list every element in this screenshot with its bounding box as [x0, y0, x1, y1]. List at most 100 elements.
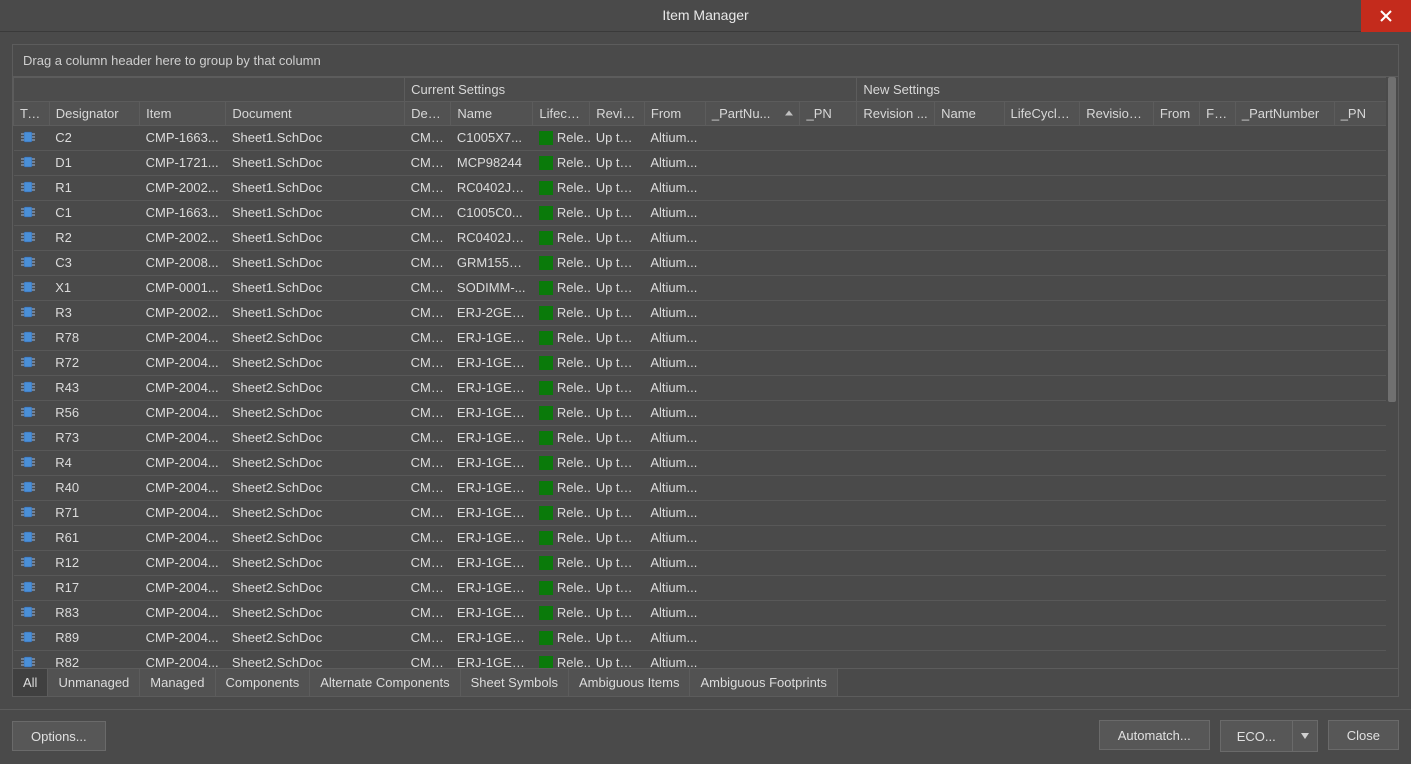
column-header-cs_name[interactable]: Name: [451, 101, 533, 125]
filter-tab-ambiguous-items[interactable]: Ambiguous Items: [569, 669, 690, 696]
column-header-cs_partnum[interactable]: _PartNu...: [705, 101, 800, 125]
cell-cs_from: Altium...: [644, 200, 705, 225]
column-header-ns_lifecycle[interactable]: LifeCycle ...: [1004, 101, 1080, 125]
cell-type: [14, 550, 50, 575]
table-row[interactable]: R82CMP-2004...Sheet2.SchDocCMP...ERJ-1GE…: [14, 650, 1398, 668]
close-icon[interactable]: [1361, 0, 1411, 32]
lifecycle-status-text: Rele...: [557, 455, 590, 470]
cell-ns_fo: [1200, 400, 1236, 425]
table-row[interactable]: R72CMP-2004...Sheet2.SchDocCMP...ERJ-1GE…: [14, 350, 1398, 375]
cell-cs_name: ERJ-1GEJ1...: [451, 575, 533, 600]
cell-cs_designitem: CMP...: [405, 475, 451, 500]
cell-cs_partnum: [705, 300, 800, 325]
filter-tab-alternate-components[interactable]: Alternate Components: [310, 669, 460, 696]
column-header-ns_fo[interactable]: Fo...: [1200, 101, 1236, 125]
cell-ns_revisionid: [857, 200, 935, 225]
vertical-scrollbar[interactable]: [1386, 77, 1398, 668]
cell-ns_revision: [1080, 350, 1154, 375]
group-by-hint[interactable]: Drag a column header here to group by th…: [13, 45, 1398, 77]
table-row[interactable]: C3CMP-2008...Sheet1.SchDocCMP...GRM1555.…: [14, 250, 1398, 275]
band-blank: [14, 77, 405, 101]
cell-ns_from: [1153, 375, 1199, 400]
cell-ns_revisionid: [857, 150, 935, 175]
cell-ns_from: [1153, 650, 1199, 668]
table-row[interactable]: R3CMP-2002...Sheet1.SchDocCMP...ERJ-2GEJ…: [14, 300, 1398, 325]
cell-cs_partnum: [705, 350, 800, 375]
table-row[interactable]: C1CMP-1663...Sheet1.SchDocCMP...C1005C0.…: [14, 200, 1398, 225]
filter-tab-sheet-symbols[interactable]: Sheet Symbols: [461, 669, 569, 696]
cell-cs_name: ERJ-1GEJ1...: [451, 650, 533, 668]
filter-tab-components[interactable]: Components: [216, 669, 311, 696]
component-icon: [20, 305, 36, 319]
column-header-cs_designitem[interactable]: Desi...: [405, 101, 451, 125]
column-header-cs_pn[interactable]: _PN: [800, 101, 857, 125]
column-header-cs_lifecycle[interactable]: Lifecycl...: [533, 101, 590, 125]
table-row[interactable]: R1CMP-2002...Sheet1.SchDocCMP...RC0402JR…: [14, 175, 1398, 200]
cell-cs_lifecycle: Rele...: [533, 300, 590, 325]
options-button[interactable]: Options...: [12, 721, 106, 751]
column-header-designator[interactable]: Designator: [49, 101, 139, 125]
table-row[interactable]: R61CMP-2004...Sheet2.SchDocCMP...ERJ-1GE…: [14, 525, 1398, 550]
column-header-document[interactable]: Document: [226, 101, 405, 125]
cell-document: Sheet2.SchDoc: [226, 550, 405, 575]
cell-cs_from: Altium...: [644, 325, 705, 350]
lifecycle-status-swatch: [539, 606, 553, 620]
table-row[interactable]: R40CMP-2004...Sheet2.SchDocCMP...ERJ-1GE…: [14, 475, 1398, 500]
lifecycle-status-text: Rele...: [557, 405, 590, 420]
table-row[interactable]: R89CMP-2004...Sheet2.SchDocCMP...ERJ-1GE…: [14, 625, 1398, 650]
lifecycle-status-text: Rele...: [557, 355, 590, 370]
filter-tab-ambiguous-footprints[interactable]: Ambiguous Footprints: [690, 669, 837, 696]
cell-cs_revision: Up to ...: [590, 550, 645, 575]
cell-ns_from: [1153, 425, 1199, 450]
column-header-ns_revision[interactable]: Revision ...: [1080, 101, 1154, 125]
table-row[interactable]: R73CMP-2004...Sheet2.SchDocCMP...ERJ-1GE…: [14, 425, 1398, 450]
table-row[interactable]: R71CMP-2004...Sheet2.SchDocCMP...ERJ-1GE…: [14, 500, 1398, 525]
table-row[interactable]: C2CMP-1663...Sheet1.SchDocCMP...C1005X7.…: [14, 125, 1398, 150]
cell-ns_revision: [1080, 400, 1154, 425]
eco-button[interactable]: ECO...: [1221, 721, 1293, 751]
table-row[interactable]: R56CMP-2004...Sheet2.SchDocCMP...ERJ-1GE…: [14, 400, 1398, 425]
table-row[interactable]: R2CMP-2002...Sheet1.SchDocCMP...RC0402JR…: [14, 225, 1398, 250]
table-row[interactable]: X1CMP-0001...Sheet1.SchDocCMP...SODIMM-.…: [14, 275, 1398, 300]
column-header-ns_name[interactable]: Name: [935, 101, 1004, 125]
table-row[interactable]: R17CMP-2004...Sheet2.SchDocCMP...ERJ-1GE…: [14, 575, 1398, 600]
cell-item: CMP-2004...: [140, 625, 226, 650]
component-icon: [20, 155, 36, 169]
table-row[interactable]: R4CMP-2004...Sheet2.SchDocCMP...ERJ-1GEJ…: [14, 450, 1398, 475]
cell-cs_designitem: CMP...: [405, 350, 451, 375]
table-row[interactable]: D1CMP-1721...Sheet1.SchDocCMP...MCP98244…: [14, 150, 1398, 175]
table-row[interactable]: R12CMP-2004...Sheet2.SchDocCMP...ERJ-1GE…: [14, 550, 1398, 575]
column-header-ns_revisionid[interactable]: Revision ...: [857, 101, 935, 125]
column-header-ns_from[interactable]: From: [1153, 101, 1199, 125]
cell-cs_from: Altium...: [644, 275, 705, 300]
cell-cs_partnum: [705, 150, 800, 175]
lifecycle-status-text: Rele...: [557, 180, 590, 195]
column-header-item[interactable]: Item: [140, 101, 226, 125]
filter-tab-unmanaged[interactable]: Unmanaged: [48, 669, 140, 696]
column-header-type[interactable]: Type: [14, 101, 50, 125]
table-row[interactable]: R43CMP-2004...Sheet2.SchDocCMP...ERJ-1GE…: [14, 375, 1398, 400]
cell-ns_revision: [1080, 625, 1154, 650]
filter-tab-managed[interactable]: Managed: [140, 669, 215, 696]
eco-dropdown-caret[interactable]: [1293, 721, 1317, 751]
grid-scroll[interactable]: Current SettingsNew Settings TypeDesigna…: [13, 77, 1398, 668]
automatch-button[interactable]: Automatch...: [1099, 720, 1210, 750]
cell-ns_partnumber: [1235, 225, 1334, 250]
cell-cs_designitem: CMP...: [405, 525, 451, 550]
cell-ns_revisionid: [857, 400, 935, 425]
scrollbar-thumb[interactable]: [1388, 77, 1396, 402]
cell-ns_revision: [1080, 425, 1154, 450]
lifecycle-status-swatch: [539, 506, 553, 520]
cell-ns_name: [935, 400, 1004, 425]
cell-cs_designitem: CMP...: [405, 150, 451, 175]
cell-item: CMP-2004...: [140, 425, 226, 450]
cell-ns_from: [1153, 225, 1199, 250]
column-header-ns_partnumber[interactable]: _PartNumber: [1235, 101, 1334, 125]
column-header-cs_from[interactable]: From: [644, 101, 705, 125]
table-row[interactable]: R78CMP-2004...Sheet2.SchDocCMP...ERJ-1GE…: [14, 325, 1398, 350]
filter-tab-all[interactable]: All: [13, 669, 48, 696]
table-row[interactable]: R83CMP-2004...Sheet2.SchDocCMP...ERJ-1GE…: [14, 600, 1398, 625]
cell-cs_designitem: CMP...: [405, 625, 451, 650]
close-button[interactable]: Close: [1328, 720, 1399, 750]
column-header-cs_revision[interactable]: Revisi...: [590, 101, 645, 125]
